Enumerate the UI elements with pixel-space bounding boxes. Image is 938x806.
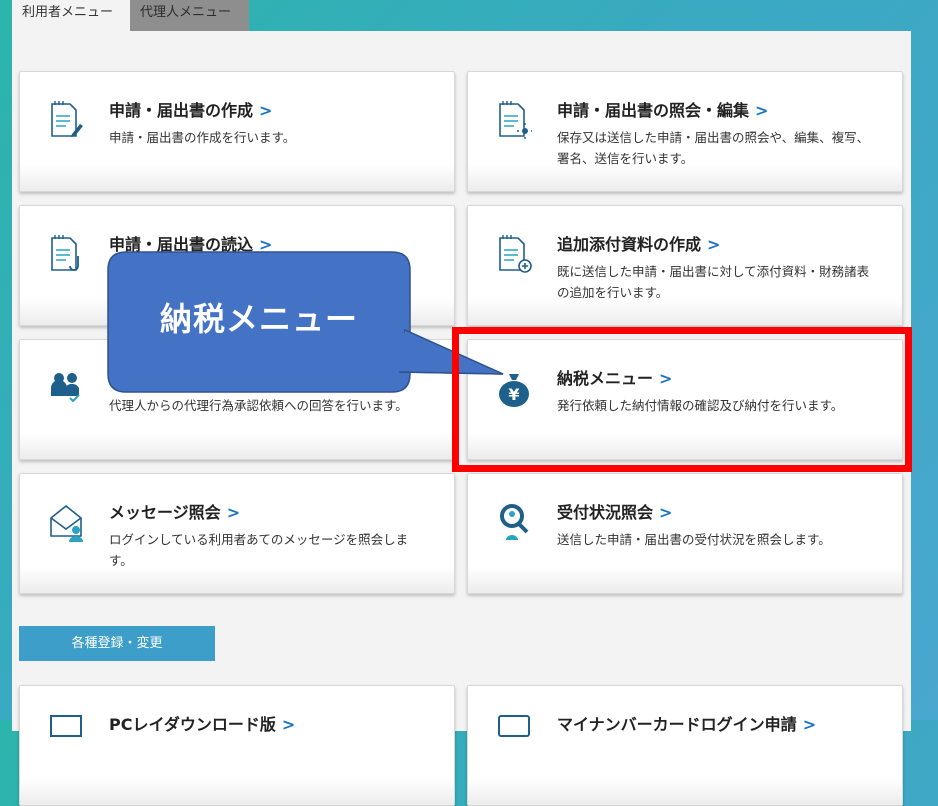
registration-change-button[interactable]: 各種登録・変更 [19, 626, 215, 661]
card-title: 申請・届出書の照会・編集 [557, 101, 750, 120]
document-pencil-icon [51, 101, 83, 137]
card-additional-attachments[interactable]: 追加添付資料の作成 > 既に送信した申請・届出書に対して添付資料・財務諸表の追加を… [467, 205, 903, 326]
tab-user-menu[interactable]: 利用者メニュー [12, 0, 130, 31]
card-title: 受付状況照会 [557, 503, 654, 522]
document-search-icon [499, 101, 532, 139]
card-create-application[interactable]: 申請・届出書の作成 > 申請・届出書の作成を行います。 [19, 71, 455, 192]
yen-bag-icon: ¥ [499, 374, 529, 407]
card-title: 納税メニュー [557, 369, 654, 388]
card-tax-payment-menu[interactable]: ¥ 納税メニュー > 発行依頼した納付情報の確認及び納付を行います。 [467, 339, 903, 460]
card-title: 申請・届出書の作成 [109, 101, 254, 120]
chevron-right-icon: > [802, 715, 817, 734]
card-description: 送信した申請・届出書の受付状況を照会します。 [557, 532, 831, 547]
tab-agent-menu[interactable]: 代理人メニュー [130, 0, 249, 31]
document-import-icon [51, 235, 79, 271]
callout-label: 納税メニュー [159, 300, 358, 338]
search-person-icon [500, 504, 529, 540]
menu-tabs: 利用者メニュー 代理人メニュー [12, 0, 249, 31]
svg-text:¥: ¥ [508, 385, 519, 404]
chevron-right-icon: > [659, 503, 673, 522]
card-description: 発行依頼した納付情報の確認及び納付を行います。 [557, 398, 844, 413]
card-title: マイナンバーカードログイン申請 [557, 715, 797, 734]
card-mynumber-login[interactable]: マイナンバーカードログイン申請 > [467, 685, 903, 806]
card-receipt-status[interactable]: 受付状況照会 > 送信した申請・届出書の受付状況を照会します。 [467, 473, 903, 594]
envelope-user-icon [50, 504, 83, 542]
card-view-edit-application[interactable]: 申請・届出書の照会・編集 > 保存又は送信した申請・届出書の照会や、編集、複写、署… [467, 71, 903, 192]
card-pc-download[interactable]: PCレイダウンロード版 > [19, 685, 455, 806]
card-description: ログインしている利用者あてのメッセージを照会します。 [109, 532, 409, 568]
card-title: メッセージ照会 [109, 503, 221, 522]
card-title: PCレイダウンロード版 [109, 715, 276, 734]
computer-icon [50, 715, 82, 737]
card-description: 申請・届出書の作成を行います。 [109, 130, 296, 145]
chevron-right-icon: > [707, 235, 721, 254]
users-check-icon [51, 373, 80, 403]
document-add-icon [499, 235, 532, 273]
chevron-right-icon: > [659, 369, 673, 388]
card-description: 保存又は送信した申請・届出書の照会や、編集、複写、署名、送信を行います。 [557, 130, 870, 166]
chevron-right-icon: > [226, 503, 241, 522]
chevron-right-icon: > [259, 101, 273, 120]
card-title: 追加添付資料の作成 [557, 235, 702, 254]
chevron-right-icon: > [755, 101, 769, 120]
card-description: 代理人からの代理行為承認依頼への回答を行います。 [109, 398, 408, 413]
chevron-right-icon: > [281, 715, 296, 734]
card-message-inquiry[interactable]: メッセージ照会 > ログインしている利用者あてのメッセージを照会します。 [19, 473, 455, 594]
card-description: 既に送信した申請・届出書に対して添付資料・財務諸表の追加を行います。 [557, 264, 870, 300]
id-card-icon [498, 715, 530, 737]
